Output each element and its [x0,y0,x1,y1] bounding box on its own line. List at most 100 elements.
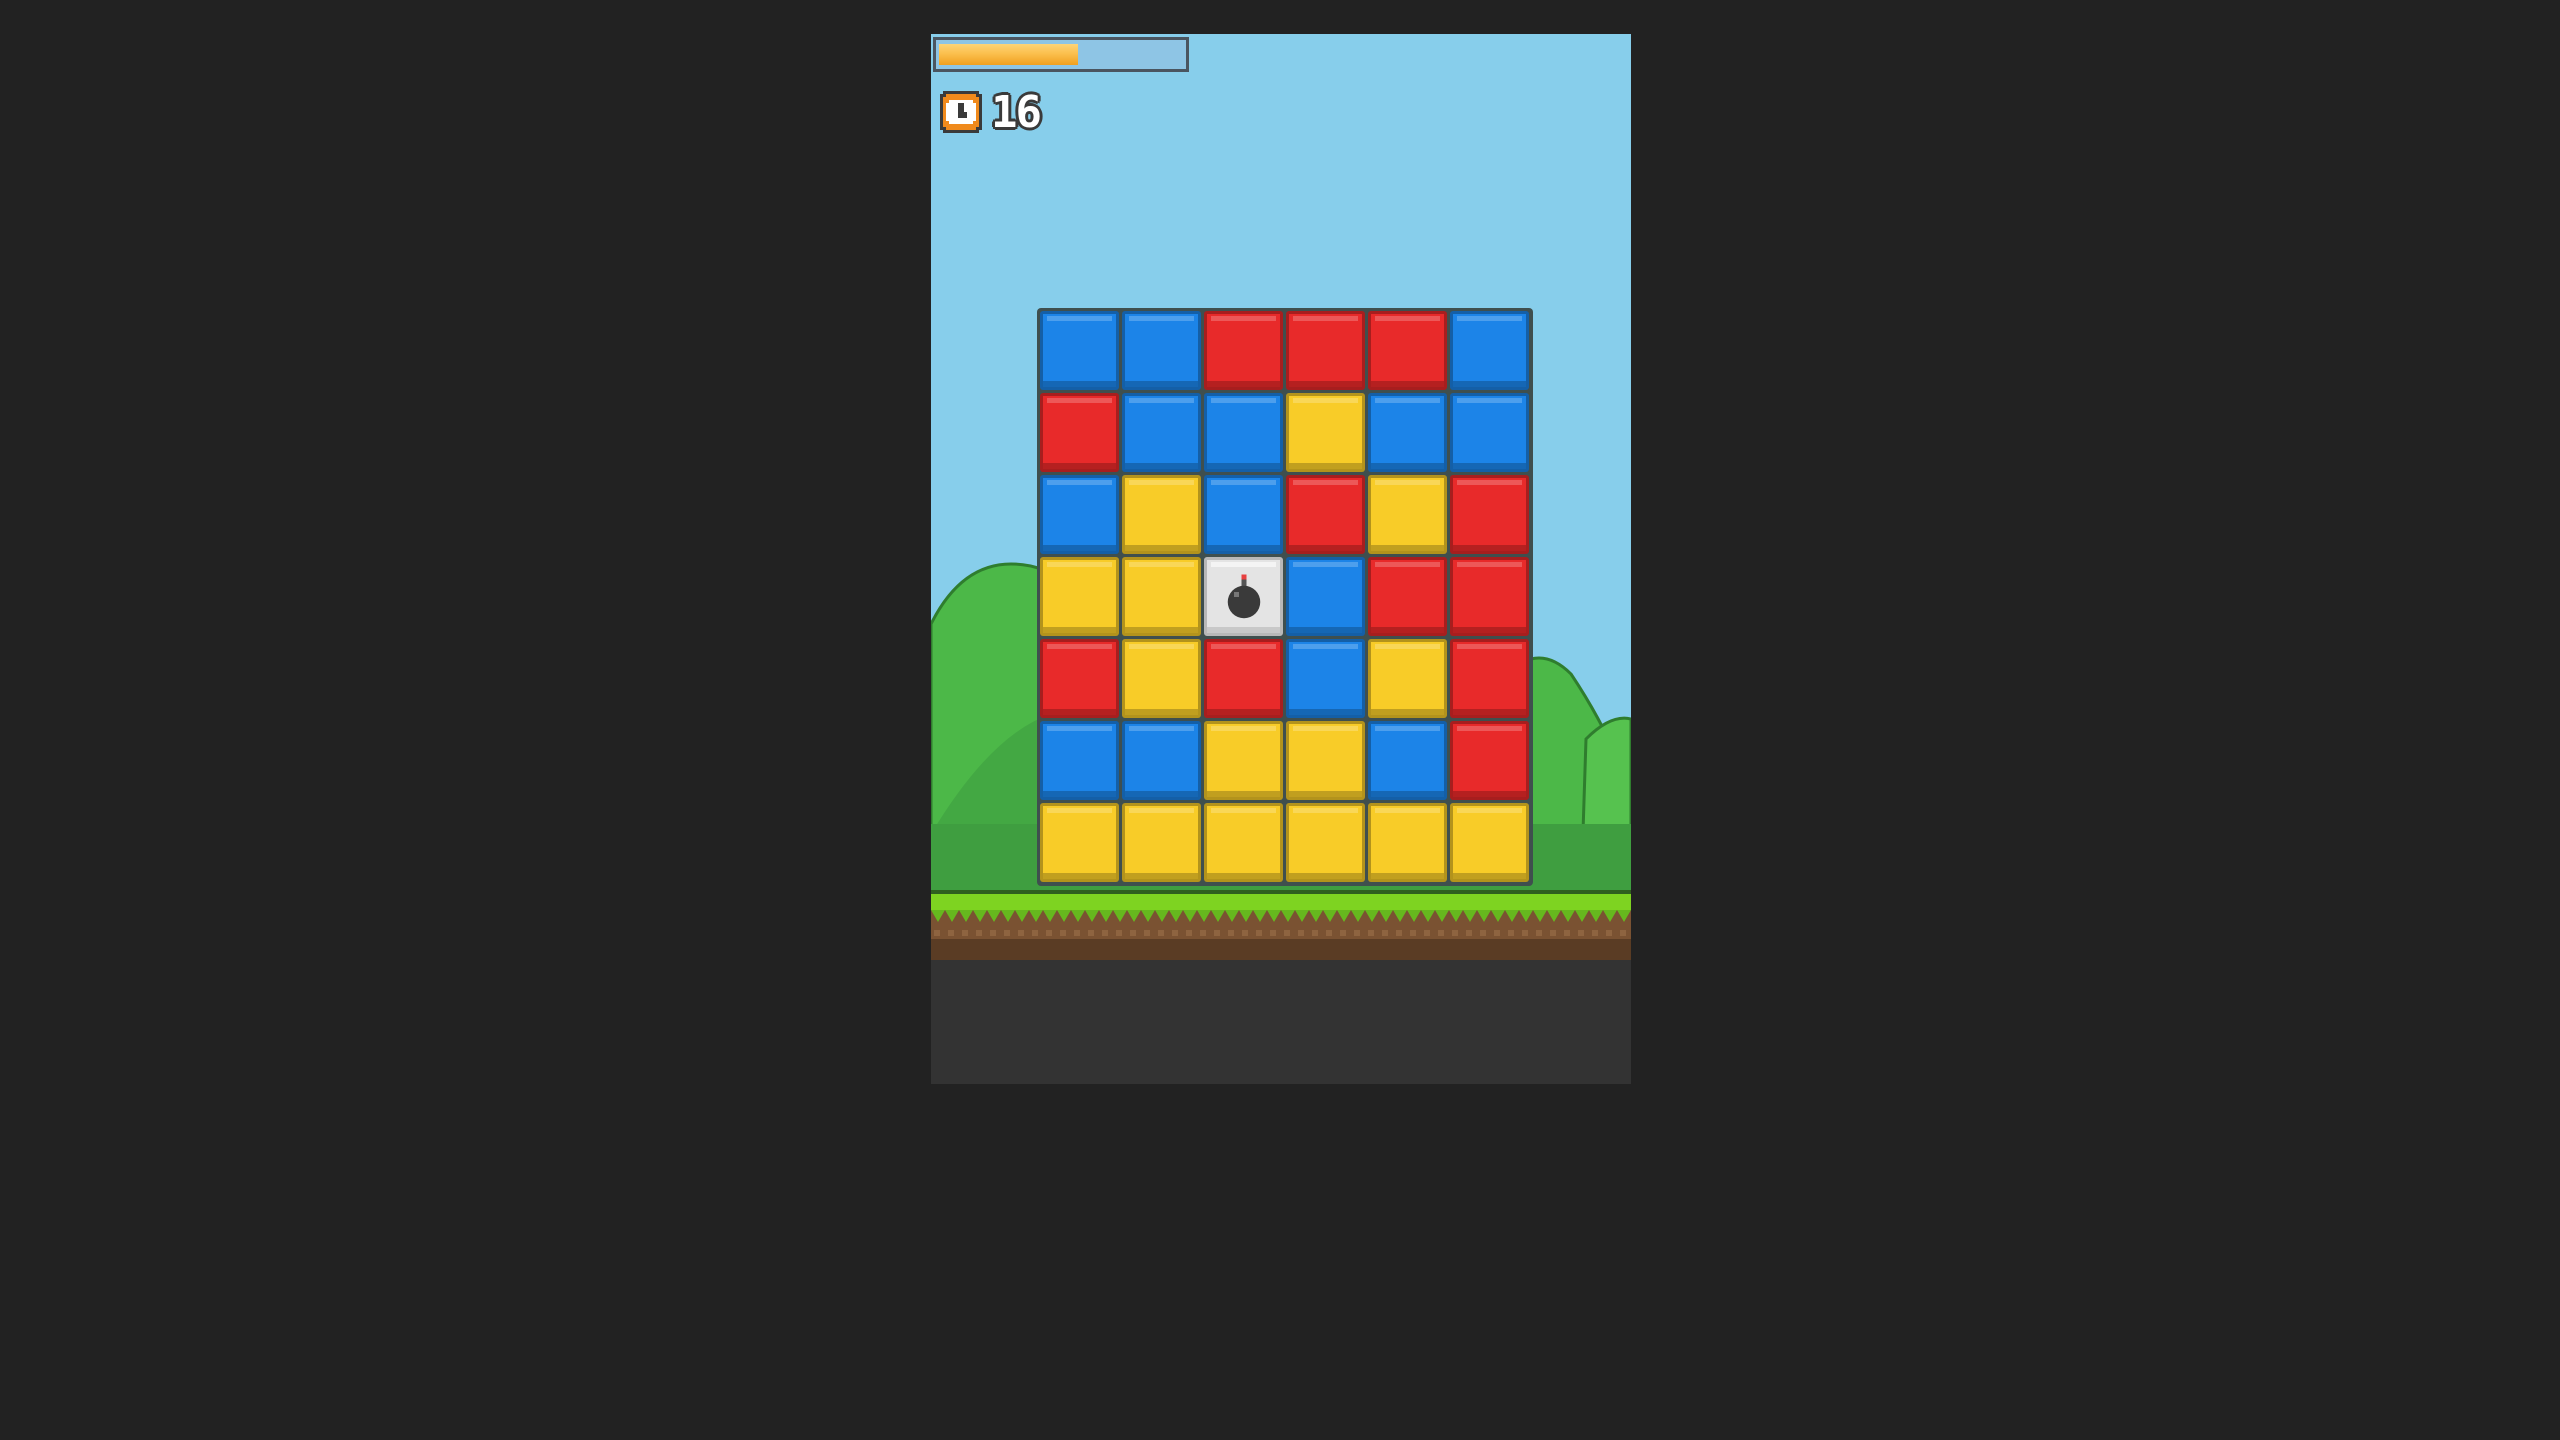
dirt-speck [1438,930,1444,936]
red-block[interactable] [1040,393,1119,472]
dirt-speck [1270,930,1276,936]
dirt-speck [1536,930,1542,936]
red-block[interactable] [1286,311,1365,390]
yellow-block[interactable] [1204,803,1283,882]
game-board[interactable] [1037,308,1533,886]
yellow-block[interactable] [1204,721,1283,800]
dirt-speck [1494,930,1500,936]
blue-block[interactable] [1122,721,1201,800]
dirt-speck [1046,930,1052,936]
timer: 16 [937,86,1042,138]
yellow-block[interactable] [1286,721,1365,800]
yellow-block[interactable] [1286,393,1365,472]
dirt-speck [1004,930,1010,936]
dirt-speck [1382,930,1388,936]
yellow-block[interactable] [1368,639,1447,718]
dirt-speck [1102,930,1108,936]
level-progress-bar [933,37,1189,72]
dirt-speck [1172,930,1178,936]
dirt-speck [990,930,996,936]
dirt-speck [1018,930,1024,936]
dirt-speck [962,930,968,936]
blue-block[interactable] [1204,475,1283,554]
dirt-speck [1200,930,1206,936]
dirt-speck [1340,930,1346,936]
dirt-speck [1396,930,1402,936]
dirt-speck [1620,930,1626,936]
dirt-speck [1508,930,1514,936]
grass-edge [931,890,1631,894]
blue-block[interactable] [1286,639,1365,718]
dirt-speck [1522,930,1528,936]
blue-block[interactable] [1286,557,1365,636]
dirt-speck [1550,930,1556,936]
red-block[interactable] [1286,475,1365,554]
dirt-speck [1060,930,1066,936]
red-block[interactable] [1040,639,1119,718]
yellow-block[interactable] [1122,557,1201,636]
dirt-speck [1158,930,1164,936]
yellow-block[interactable] [1040,557,1119,636]
dirt-speck [1298,930,1304,936]
blue-block[interactable] [1450,393,1529,472]
yellow-block[interactable] [1450,803,1529,882]
dirt-speck [1088,930,1094,936]
yellow-block[interactable] [1286,803,1365,882]
dirt-speck [1424,930,1430,936]
blue-block[interactable] [1122,393,1201,472]
blue-block[interactable] [1450,311,1529,390]
dirt-speck [1186,930,1192,936]
dirt-dark [931,939,1631,960]
dirt-speck [1410,930,1416,936]
dirt-speck [1326,930,1332,936]
dirt-speck [1116,930,1122,936]
dirt-speck [948,930,954,936]
yellow-block[interactable] [1040,803,1119,882]
blue-block[interactable] [1040,475,1119,554]
dirt-speck [1032,930,1038,936]
blue-block[interactable] [1368,721,1447,800]
dirt-speck [1144,930,1150,936]
dirt-speck [1466,930,1472,936]
red-block[interactable] [1368,557,1447,636]
dirt-speck [1214,930,1220,936]
dirt-speck [1606,930,1612,936]
dirt-speck [1592,930,1598,936]
red-block[interactable] [1450,557,1529,636]
dirt-speck [1452,930,1458,936]
yellow-block[interactable] [1122,803,1201,882]
red-block[interactable] [1450,721,1529,800]
yellow-block[interactable] [1368,803,1447,882]
underground [931,960,1631,1084]
yellow-block[interactable] [1122,475,1201,554]
dirt-speck [1480,930,1486,936]
red-block[interactable] [1368,311,1447,390]
yellow-block[interactable] [1122,639,1201,718]
dirt-speck [1354,930,1360,936]
dirt-speck [1312,930,1318,936]
grass-strip [931,892,1631,912]
red-block[interactable] [1204,311,1283,390]
game-viewport: 16 [931,34,1631,1084]
blue-block[interactable] [1040,721,1119,800]
yellow-block[interactable] [1368,475,1447,554]
blue-block[interactable] [1204,393,1283,472]
blue-block[interactable] [1368,393,1447,472]
dirt-speck [1074,930,1080,936]
clock-icon [940,91,982,133]
bomb-icon [1227,574,1260,618]
dirt-speck [1368,930,1374,936]
dirt-speck [1228,930,1234,936]
dirt-speck [934,930,940,936]
blue-block[interactable] [1122,311,1201,390]
dirt-speck [1284,930,1290,936]
dirt-speck [976,930,982,936]
red-block[interactable] [1450,639,1529,718]
dirt-speck [1256,930,1262,936]
red-block[interactable] [1204,639,1283,718]
blue-block[interactable] [1040,311,1119,390]
red-block[interactable] [1450,475,1529,554]
bomb-block[interactable] [1204,557,1283,636]
dirt-speck [1564,930,1570,936]
dirt-speck [1242,930,1248,936]
